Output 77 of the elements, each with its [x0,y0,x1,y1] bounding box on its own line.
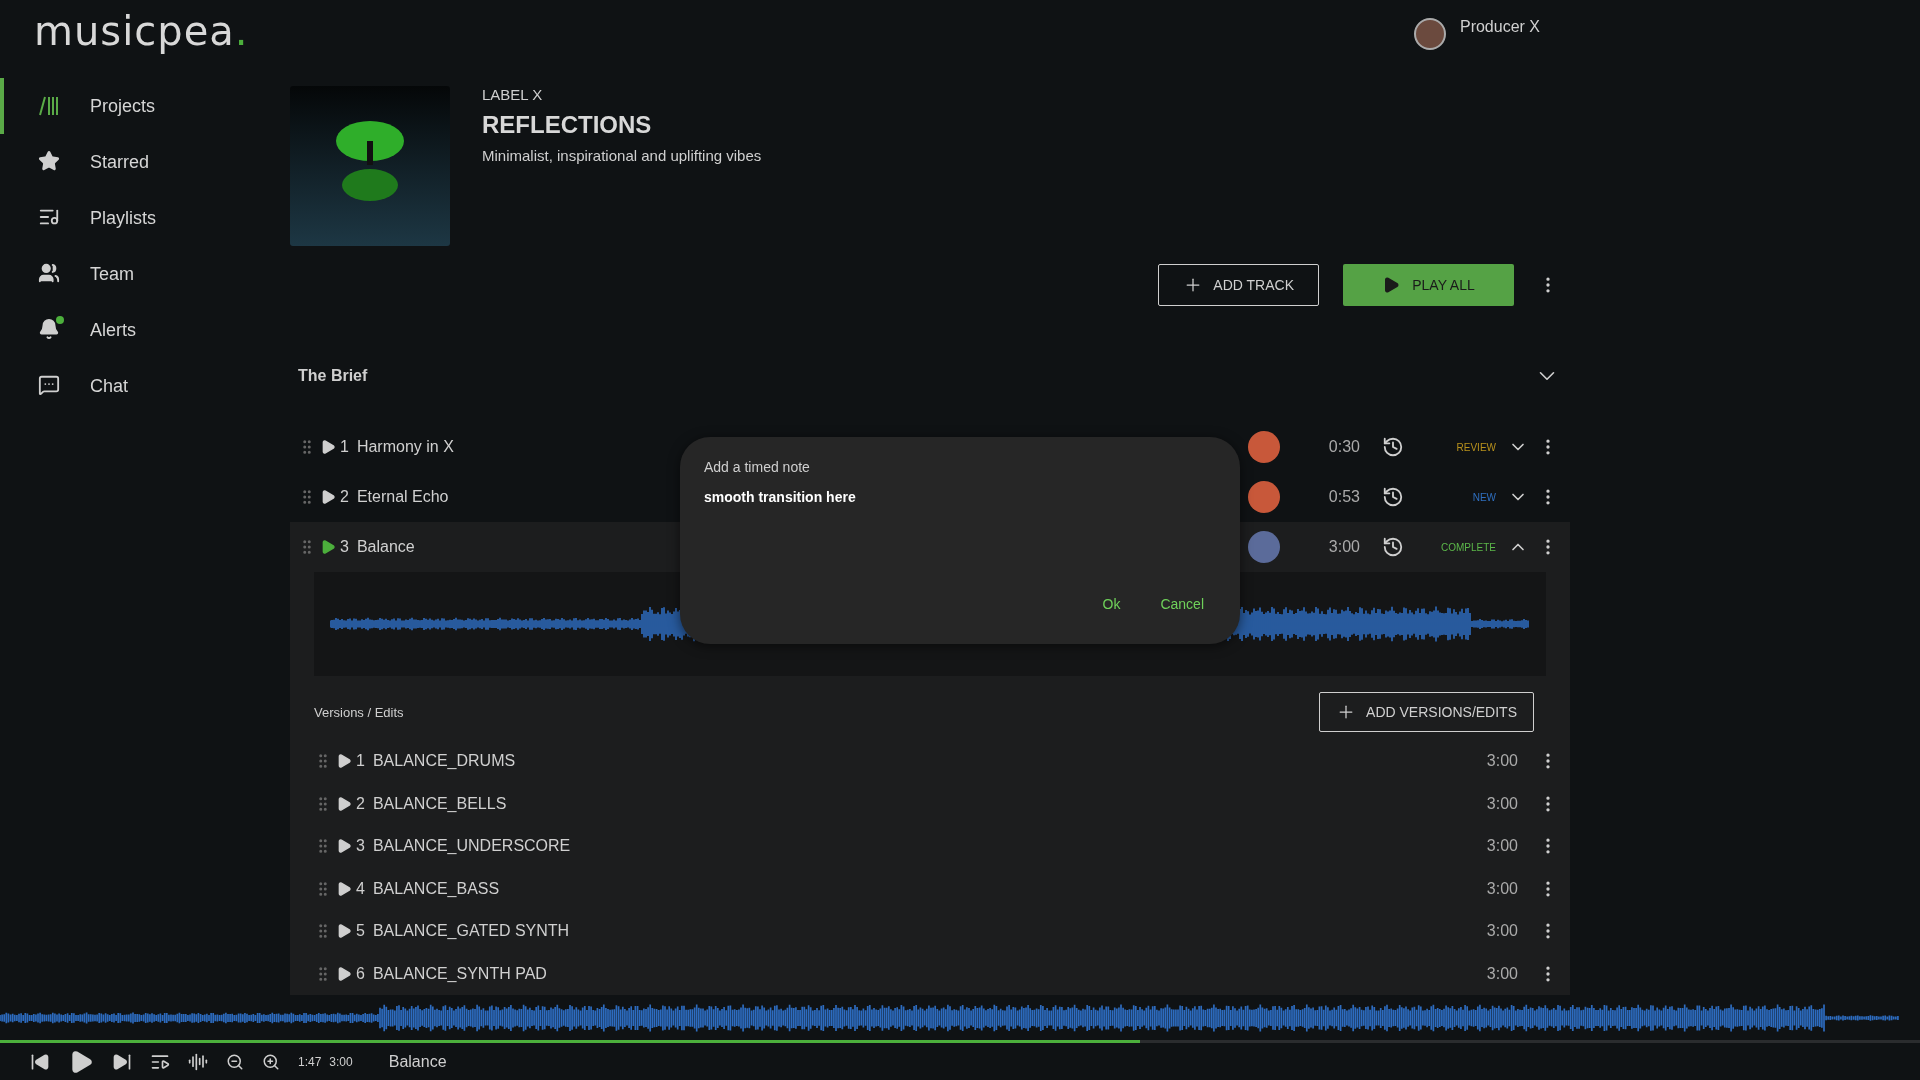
play-all-button[interactable]: PLAY ALL [1343,264,1514,306]
progress-track[interactable] [0,1040,1920,1043]
track-number: 2 [340,488,349,506]
ok-button[interactable]: Ok [1100,594,1123,614]
zoom-in-icon[interactable] [262,1052,280,1071]
waveform-icon[interactable] [188,1051,208,1072]
sidebar-label: Team [90,263,134,285]
version-name[interactable]: BALANCE_UNDERSCORE [372,837,1487,856]
version-name[interactable]: BALANCE_SYNTH PAD [372,964,1487,983]
play-icon[interactable] [336,923,352,940]
brand-logo: musicpea. [33,7,250,56]
status-label: NEW [1471,491,1496,503]
version-duration: 3:00 [1486,964,1518,983]
sidebar-label: Projects [90,95,156,117]
chat-icon [38,374,62,398]
dialog-title: Add a timed note [704,459,811,475]
version-duration: 3:00 [1486,752,1518,771]
sidebar-label: Starred [90,151,150,173]
user-name: Producer X [1459,18,1540,36]
track-number: 1 [340,438,349,456]
play-icon[interactable] [320,539,336,555]
label-name: LABEL X [482,86,544,103]
version-duration: 3:00 [1486,922,1518,941]
play-icon[interactable] [336,753,352,770]
sidebar-item[interactable]: Alerts [0,302,290,358]
status-label: COMPLETE [1440,541,1496,553]
track-duration: 0:53 [1327,488,1360,506]
collaborator-avatar [1248,431,1280,463]
version-number: 6 [356,964,365,983]
sidebar-item[interactable]: Playlists [0,190,290,246]
version-duration: 3:00 [1486,794,1518,813]
project-title: REFLECTIONS [482,111,653,139]
versions-title: Versions / Edits [314,704,404,720]
track-duration: 3:00 [1327,538,1360,556]
history-icon[interactable] [1382,436,1404,458]
add-versions-button[interactable]: ADD VERSIONS/EDITS [1319,692,1534,732]
sidebar-label: Alerts [90,319,136,341]
version-name[interactable]: BALANCE_DRUMS [372,752,1487,771]
status-label: REVIEW [1455,441,1496,453]
collaborator-avatar [1248,531,1280,563]
play-icon[interactable] [336,838,352,855]
total-time: 3:00 [329,1054,353,1069]
version-number: 2 [356,794,365,813]
version-number: 3 [356,837,365,856]
sidebar-label: Chat [90,375,129,397]
add-track-button[interactable]: ADD TRACK [1158,264,1319,306]
zoom-out-icon[interactable] [226,1052,244,1071]
cancel-button[interactable]: Cancel [1158,594,1206,614]
version-name[interactable]: BALANCE_BASS [372,879,1487,898]
history-icon[interactable] [1382,536,1404,558]
version-number: 1 [356,752,365,771]
play-icon[interactable] [336,795,352,812]
sidebar-item[interactable]: Chat [0,358,290,414]
brief-title: The Brief [298,367,368,385]
sidebar-label: Playlists [90,207,156,229]
elapsed-time: 1:47 [298,1054,322,1069]
version-number: 5 [356,922,365,941]
collaborator-avatar [1248,481,1280,513]
version-name[interactable]: BALANCE_GATED SYNTH [372,922,1487,941]
version-duration: 3:00 [1486,837,1518,856]
version-duration: 3:00 [1486,879,1518,898]
track-duration: 0:30 [1327,438,1360,456]
version-number: 4 [356,879,365,898]
project-description: Minimalist, inspirational and uplifting vibes [482,147,762,164]
play-icon[interactable] [336,965,352,982]
play-icon[interactable] [320,439,336,455]
user-avatar[interactable] [1413,18,1446,50]
now-playing-title: Balance [388,1052,447,1071]
play-icon[interactable] [320,489,336,505]
note-input-field[interactable]: smooth transition here [704,489,1216,505]
history-icon[interactable] [1382,486,1404,508]
play-icon[interactable] [336,880,352,897]
version-name[interactable]: BALANCE_BELLS [372,794,1487,813]
sidebar-item[interactable]: Starred [0,134,290,190]
track-number: 3 [340,538,349,556]
sidebar-item[interactable]: Team [0,246,290,302]
play-icon [1382,276,1401,294]
